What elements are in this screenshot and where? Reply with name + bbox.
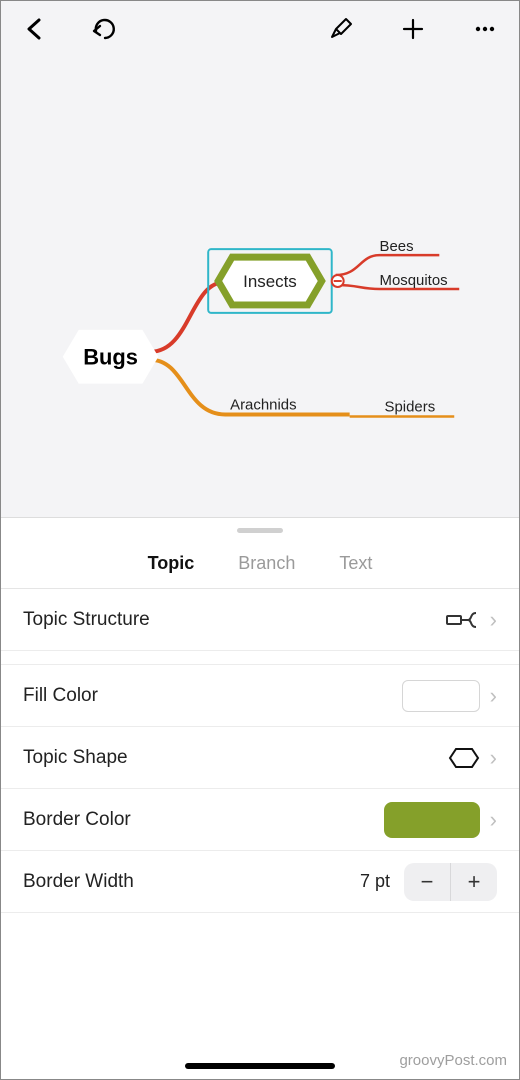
mindmap-canvas[interactable]: Bugs Insects Bees Mosquitos Arachnids Sp… — [1, 57, 519, 517]
mosquitos-node-label[interactable]: Mosquitos — [380, 272, 448, 289]
format-panel: Topic Branch Text Topic Structure › Fill… — [1, 517, 519, 1079]
structure-icon — [446, 609, 480, 631]
border-width-value: 7 pt — [360, 871, 390, 892]
row-border-color[interactable]: Border Color › — [1, 789, 519, 851]
tab-branch[interactable]: Branch — [238, 553, 295, 574]
chevron-right-icon: › — [490, 745, 497, 771]
border-color-label: Border Color — [23, 809, 131, 831]
undo-button[interactable] — [89, 13, 121, 45]
chevron-right-icon: › — [490, 607, 497, 633]
home-indicator — [185, 1063, 335, 1069]
row-topic-structure[interactable]: Topic Structure › — [1, 589, 519, 651]
undo-icon — [91, 17, 119, 41]
panel-tabs: Topic Branch Text — [1, 533, 519, 589]
root-node-label[interactable]: Bugs — [83, 345, 138, 370]
paint-brush-icon — [328, 16, 354, 42]
back-icon — [25, 17, 45, 41]
row-fill-color[interactable]: Fill Color › — [1, 665, 519, 727]
more-button[interactable] — [469, 13, 501, 45]
plus-icon — [401, 17, 425, 41]
fill-color-swatch[interactable] — [402, 680, 480, 712]
format-button[interactable] — [325, 13, 357, 45]
bees-node-label[interactable]: Bees — [380, 238, 414, 255]
spiders-node-label[interactable]: Spiders — [385, 399, 436, 416]
tab-text[interactable]: Text — [339, 553, 372, 574]
stepper-minus-button[interactable]: − — [404, 863, 450, 901]
watermark: groovyPost.com — [399, 1052, 507, 1069]
chevron-right-icon: › — [490, 807, 497, 833]
more-icon — [473, 17, 497, 41]
topic-shape-label: Topic Shape — [23, 747, 128, 769]
insects-node-label[interactable]: Insects — [243, 272, 297, 291]
tab-topic[interactable]: Topic — [148, 553, 195, 574]
back-button[interactable] — [19, 13, 51, 45]
border-width-stepper: − + — [404, 863, 497, 901]
row-border-width: Border Width 7 pt − + — [1, 851, 519, 913]
stepper-plus-button[interactable]: + — [451, 863, 497, 901]
hexagon-icon — [448, 747, 480, 769]
fill-color-label: Fill Color — [23, 685, 98, 707]
topic-structure-label: Topic Structure — [23, 609, 150, 631]
top-toolbar — [1, 1, 519, 57]
border-color-swatch[interactable] — [384, 802, 480, 838]
chevron-right-icon: › — [490, 683, 497, 709]
add-button[interactable] — [397, 13, 429, 45]
row-topic-shape[interactable]: Topic Shape › — [1, 727, 519, 789]
arachnids-node-label[interactable]: Arachnids — [230, 397, 296, 414]
border-width-label: Border Width — [23, 871, 134, 893]
